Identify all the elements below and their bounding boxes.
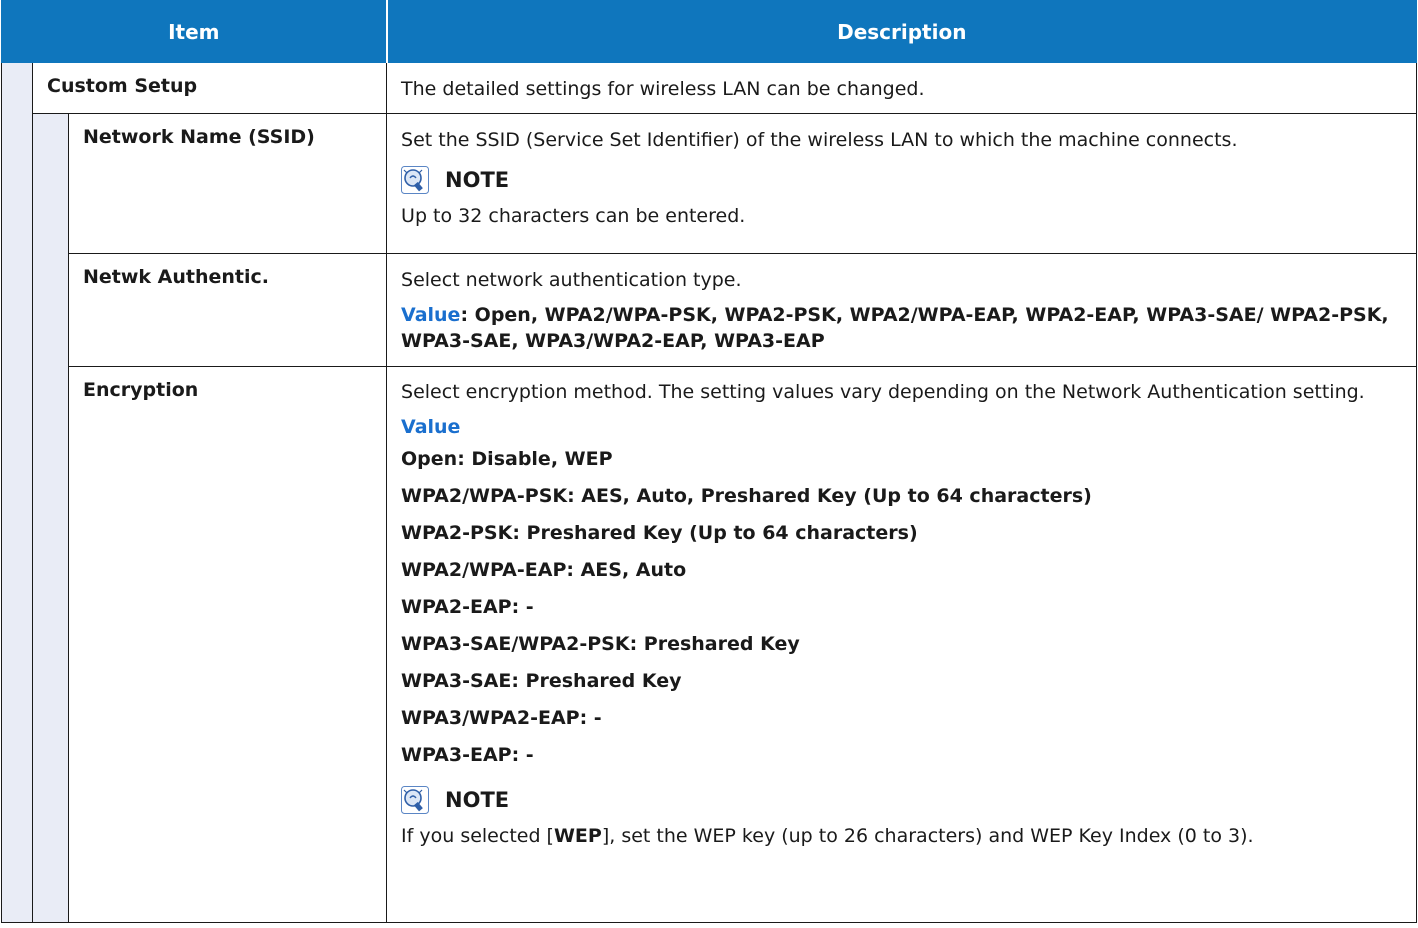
settings-table: Item Description Custom Setup The detail…	[0, 0, 1418, 923]
value-label: Value	[401, 304, 461, 326]
item-description: Select network authentication type. Valu…	[386, 253, 1418, 367]
value-item: Open: Disable, WEP	[401, 448, 613, 470]
note-title: NOTE	[445, 788, 510, 812]
value-item: WPA3-EAP: -	[401, 744, 534, 766]
item-name: Custom Setup	[31, 62, 388, 114]
item-description: The detailed settings for wireless LAN c…	[386, 62, 1418, 114]
value-text: : Open, WPA2/WPA-PSK, WPA2-PSK, WPA2/WPA…	[401, 304, 1389, 352]
header-description: Description	[385, 0, 1418, 63]
desc-text: Select network authentication type.	[401, 269, 742, 291]
note-text-before: If you selected [	[401, 825, 554, 847]
indent-cell	[1, 62, 33, 923]
indent-cell	[32, 113, 69, 923]
value-label: Value	[401, 416, 461, 438]
table-row-ssid: Network Name (SSID) Set the SSID (Servic…	[2, 113, 1418, 923]
value-item: WPA3-SAE: Preshared Key	[401, 670, 682, 692]
value-item: WPA2/WPA-EAP: AES, Auto	[401, 559, 687, 581]
note-heading: NOTE	[401, 784, 1402, 816]
item-name: Network Name (SSID)	[67, 113, 388, 254]
value-list: Open: Disable, WEP WPA2/WPA-PSK: AES, Aut…	[401, 441, 1402, 774]
value-line: Value: Open, WPA2/WPA-PSK, WPA2-PSK, WPA…	[401, 302, 1402, 354]
table-row-custom-setup: Custom Setup The detailed settings for w…	[1, 62, 1418, 923]
note-heading: NOTE	[401, 164, 1402, 196]
note-text: If you selected [WEP], set the WEP key (…	[401, 822, 1402, 850]
note-text: Up to 32 characters can be entered.	[401, 205, 746, 227]
desc-text: Set the SSID (Service Set Identifier) of…	[401, 129, 1238, 151]
note-text-after: ], set the WEP key (up to 26 characters)…	[601, 825, 1254, 847]
note-title: NOTE	[445, 168, 510, 192]
table-row-encryption: Encryption Select encryption method. The…	[2, 366, 1418, 923]
item-description: Select encryption method. The setting va…	[386, 366, 1418, 923]
note-lightbulb-icon	[401, 786, 430, 814]
desc-text: The detailed settings for wireless LAN c…	[401, 78, 925, 100]
item-description: Set the SSID (Service Set Identifier) of…	[386, 113, 1418, 254]
desc-text: Select encryption method. The setting va…	[401, 381, 1365, 403]
page: Item Description Custom Setup The detail…	[0, 0, 1418, 928]
value-item: WPA2-PSK: Preshared Key (Up to 64 charac…	[401, 522, 918, 544]
table-header-row: Item Description	[0, 0, 1418, 63]
header-item: Item	[0, 0, 388, 63]
note-text-bold: WEP	[553, 825, 602, 847]
table-row-auth: Netwk Authentic. Select network authenti…	[2, 253, 1418, 367]
value-item: WPA3-SAE/WPA2-PSK: Preshared Key	[401, 633, 800, 655]
item-name: Netwk Authentic.	[67, 253, 388, 367]
note-lightbulb-icon	[401, 166, 430, 194]
value-item: WPA2-EAP: -	[401, 596, 534, 618]
value-item: WPA3/WPA2-EAP: -	[401, 707, 602, 729]
value-item: WPA2/WPA-PSK: AES, Auto, Preshared Key (…	[401, 485, 1092, 507]
item-name: Encryption	[67, 366, 388, 923]
